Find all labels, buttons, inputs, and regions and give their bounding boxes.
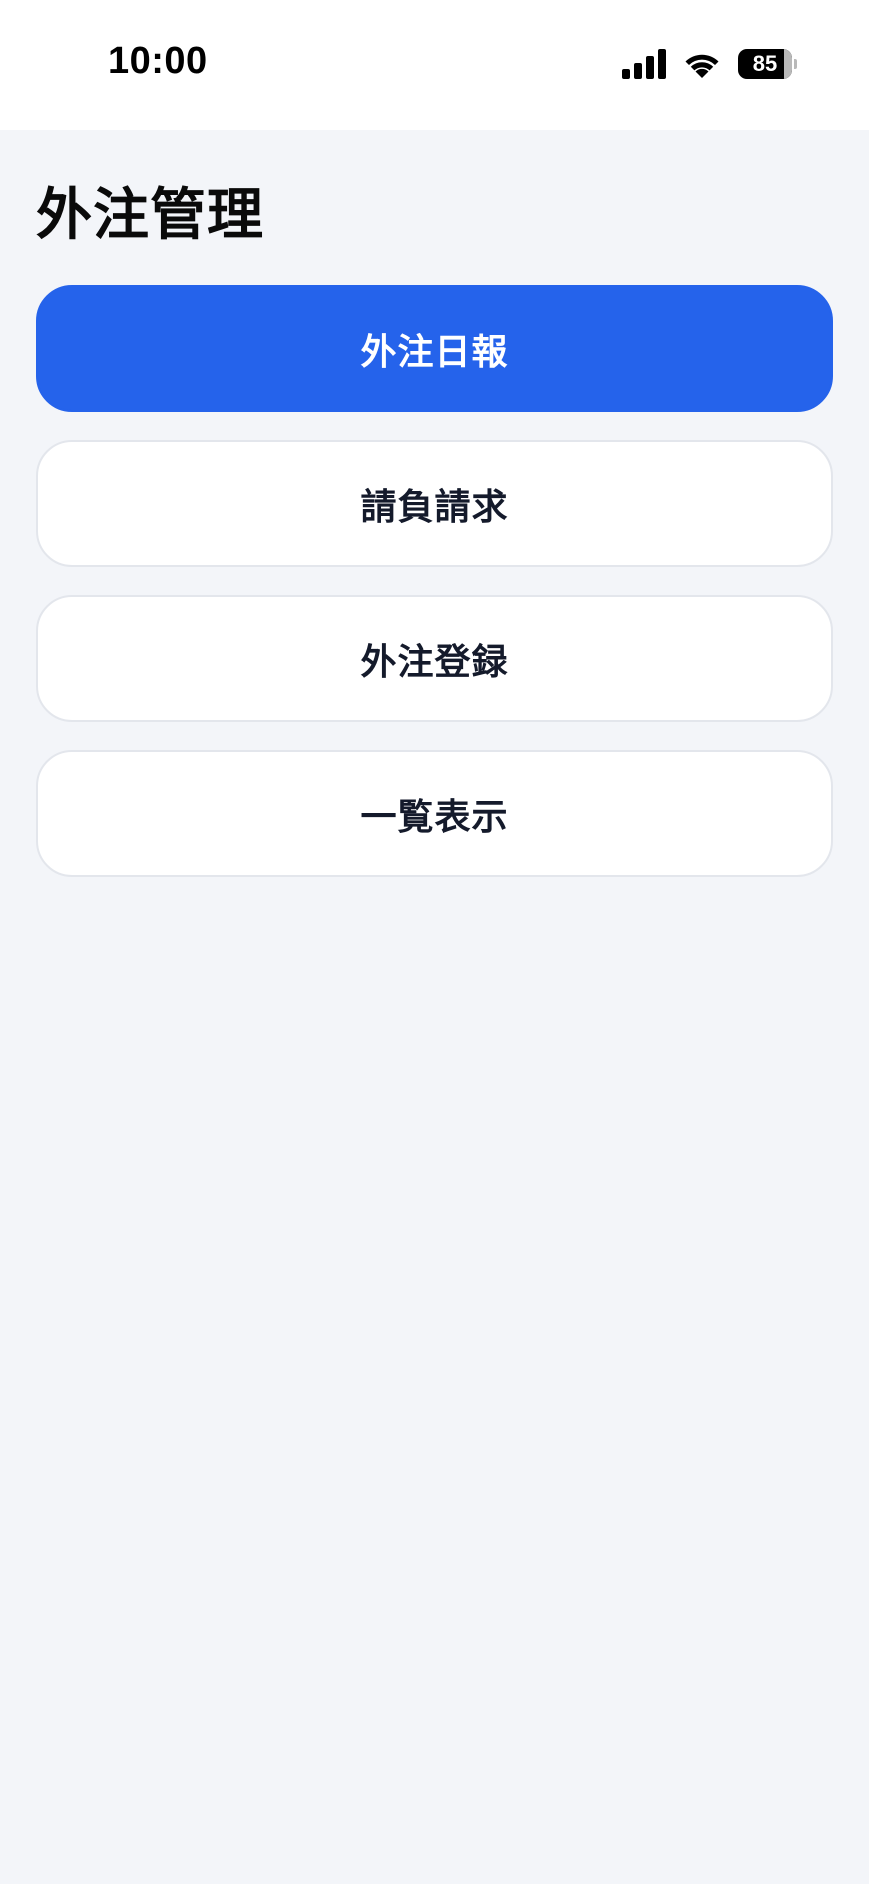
contract-billing-button[interactable]: 請負請求 <box>36 440 833 567</box>
status-bar: 10:00 85 <box>0 0 869 130</box>
battery-empty-portion <box>783 49 792 79</box>
daily-report-button[interactable]: 外注日報 <box>36 285 833 412</box>
list-view-button[interactable]: 一覧表示 <box>36 750 833 877</box>
outsource-registration-button[interactable]: 外注登録 <box>36 595 833 722</box>
wifi-icon <box>685 54 719 78</box>
battery-icon: 85 <box>738 49 797 79</box>
status-icons: 85 <box>622 46 797 82</box>
page-title: 外注管理 <box>36 183 264 248</box>
battery-level: 85 <box>752 51 778 76</box>
status-time: 10:00 <box>108 40 208 82</box>
battery-body: 85 <box>738 49 792 79</box>
battery-tip <box>794 59 797 69</box>
menu-list: 外注日報 請負請求 外注登録 一覧表示 <box>36 285 833 877</box>
signal-icon <box>622 49 666 79</box>
